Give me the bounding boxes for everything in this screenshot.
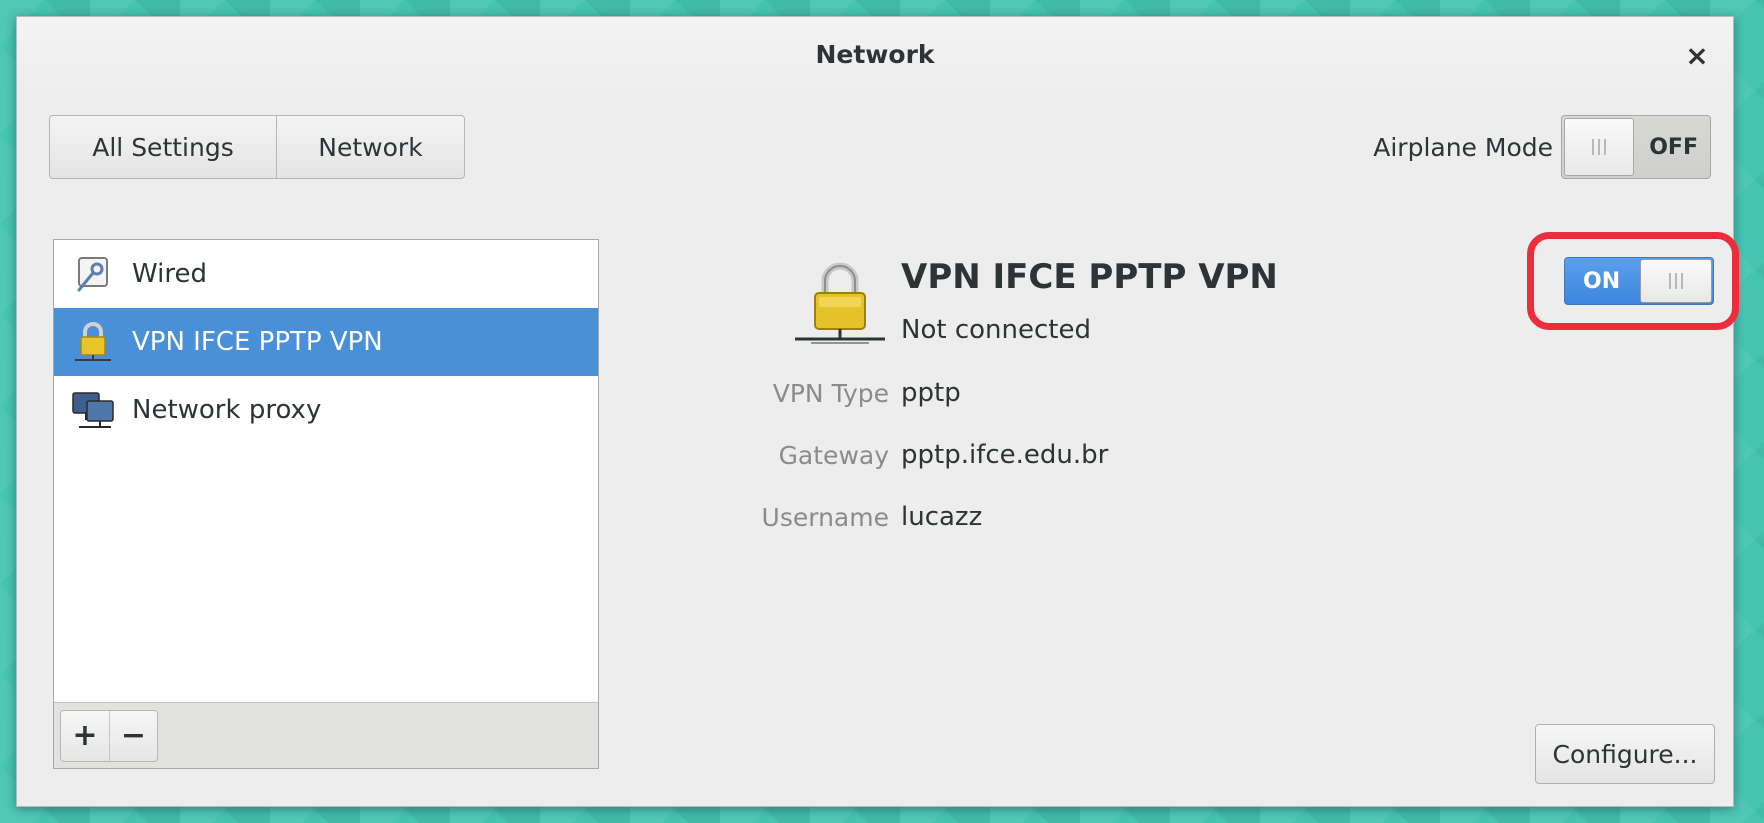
gateway-label: Gateway xyxy=(778,441,889,470)
device-item-wired[interactable]: Wired xyxy=(54,240,598,308)
username-label: Username xyxy=(761,503,889,532)
window-title: Network xyxy=(815,39,935,69)
device-label: Network proxy xyxy=(132,395,322,425)
network-settings-window: Network × All Settings Network Airplane … xyxy=(16,16,1739,807)
breadcrumb-all-settings[interactable]: All Settings xyxy=(50,116,276,178)
add-remove-group: + − xyxy=(60,709,158,762)
username-value: lucazz xyxy=(901,502,983,532)
device-list-toolbar: + − xyxy=(54,702,598,768)
device-item-network-proxy[interactable]: Network proxy xyxy=(54,376,598,444)
gateway-value: pptp.ifce.edu.br xyxy=(901,440,1109,470)
breadcrumb: All Settings Network xyxy=(49,115,465,179)
close-icon: × xyxy=(1685,38,1709,72)
device-label: Wired xyxy=(132,259,207,289)
airplane-mode-row: Airplane Mode OFF xyxy=(1373,115,1711,179)
vpn-type-value: pptp xyxy=(901,378,961,408)
device-item-vpn[interactable]: VPN IFCE PPTP VPN xyxy=(54,308,598,376)
add-device-button[interactable]: + xyxy=(61,711,109,761)
airplane-mode-state: OFF xyxy=(1649,134,1698,160)
titlebar: Network × xyxy=(17,17,1733,91)
grip-icon xyxy=(1669,273,1683,289)
breadcrumb-network[interactable]: Network xyxy=(276,116,464,178)
configure-button[interactable]: Configure... xyxy=(1535,724,1715,784)
airplane-mode-label: Airplane Mode xyxy=(1373,132,1553,162)
vpn-connection-switch[interactable]: ON xyxy=(1564,257,1714,305)
grip-icon xyxy=(1592,139,1606,155)
device-label: VPN IFCE PPTP VPN xyxy=(132,327,383,357)
vpn-connection-name: VPN IFCE PPTP VPN xyxy=(901,257,1278,297)
network-proxy-icon xyxy=(70,387,116,433)
wired-icon xyxy=(70,251,116,297)
remove-device-button[interactable]: − xyxy=(109,710,157,761)
switch-knob xyxy=(1640,259,1712,303)
close-button[interactable]: × xyxy=(1683,38,1711,72)
vpn-switch-state: ON xyxy=(1583,268,1621,294)
device-list: Wired VPN IFCE PPTP VPN Network proxy + … xyxy=(53,239,599,769)
vpn-type-label: VPN Type xyxy=(772,379,889,408)
vpn-lock-icon xyxy=(70,319,116,365)
vpn-connection-status: Not connected xyxy=(901,315,1091,345)
vpn-large-lock-icon xyxy=(791,255,889,347)
switch-knob xyxy=(1564,118,1634,176)
airplane-mode-switch[interactable]: OFF xyxy=(1561,115,1711,179)
